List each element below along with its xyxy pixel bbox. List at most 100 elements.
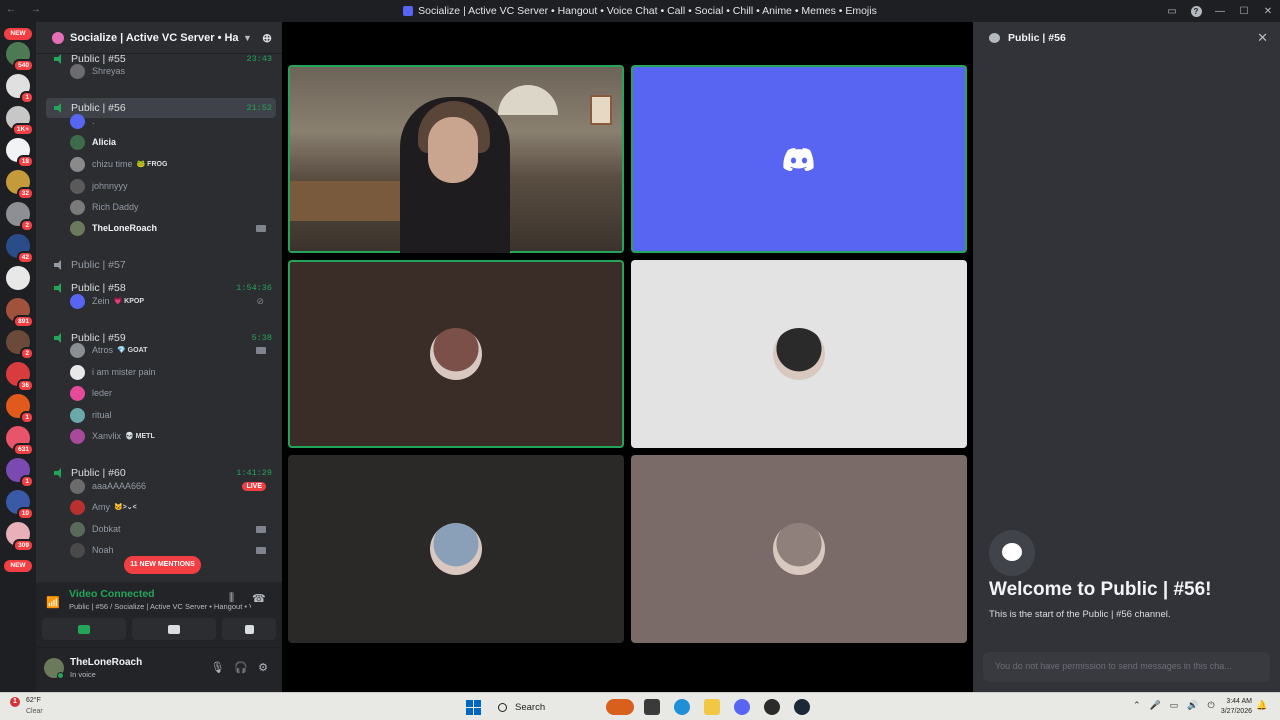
voice-user[interactable]: leder (70, 383, 270, 403)
file-explorer-icon[interactable] (704, 699, 720, 715)
steam-app-icon[interactable] (794, 699, 810, 715)
avatar (70, 542, 85, 558)
server-icon[interactable]: 309 (6, 522, 34, 552)
unread-badge: 36 (16, 379, 34, 392)
video-camera-icon (256, 546, 266, 554)
server-icon[interactable]: 1 (6, 74, 34, 104)
voice-user[interactable]: Alicia (70, 132, 270, 152)
clock-time: 3:44 AM (1226, 698, 1252, 705)
server-icon[interactable]: 631 (6, 426, 34, 456)
network-icon[interactable]: ▭ (1170, 700, 1179, 711)
user-name: johnnyyy (92, 181, 128, 191)
chevron-up-icon[interactable]: ⌃ (1133, 700, 1141, 711)
video-tile-user[interactable] (288, 455, 624, 643)
server-icon[interactable]: 891 (6, 298, 34, 328)
add-member-icon[interactable]: ⊕ (262, 31, 272, 45)
maximize-button[interactable]: ☐ (1232, 6, 1256, 17)
microphone-icon[interactable]: 🎙 (210, 661, 224, 674)
video-camera-icon (256, 525, 266, 533)
server-icon[interactable]: 18 (6, 138, 34, 168)
server-icon[interactable] (6, 266, 30, 290)
avatar (70, 293, 85, 309)
notification-icon[interactable]: 🔔 (1256, 700, 1267, 711)
new-unreads-pill-bottom[interactable]: NEW (4, 560, 32, 572)
chat-header: Public | #56 ✕ (973, 22, 1280, 54)
obs-app-icon[interactable] (764, 699, 780, 715)
voice-user[interactable]: johnnyyy (70, 176, 270, 196)
server-icon[interactable]: 10 (6, 490, 34, 520)
voice-channel[interactable]: Public | #57 (46, 255, 276, 275)
clock[interactable]: 3:44 AM 3/27/2026 (1212, 697, 1252, 717)
voice-user[interactable]: i am mister pain (70, 362, 270, 382)
disconnect-icon[interactable]: ☎ (252, 592, 266, 605)
video-tile-user[interactable] (288, 260, 624, 448)
user-name: Shreyas (92, 66, 126, 76)
server-icon[interactable]: 540 (6, 42, 34, 72)
voice-user[interactable]: Amy 🐱>⌄< (70, 497, 270, 517)
server-icon[interactable]: 1 (6, 458, 34, 488)
screenshare-button[interactable] (132, 618, 216, 640)
voice-user[interactable]: Rich Daddy (70, 197, 270, 217)
voice-channel-path[interactable]: Public | #56 / Socialize | Active VC Ser… (69, 602, 251, 611)
start-button[interactable] (466, 700, 481, 715)
user-name: Noah (92, 545, 114, 555)
voice-user[interactable]: Atros 💎 GOAT (70, 340, 270, 360)
server-icon[interactable]: 42 (6, 234, 34, 264)
new-mentions-pill[interactable]: 11 NEW MENTIONS (124, 556, 201, 574)
news-widget-icon[interactable] (606, 699, 634, 715)
minimize-button[interactable]: — (1208, 6, 1232, 17)
username[interactable]: TheLoneRoach (70, 657, 142, 668)
voice-status[interactable]: Video Connected (69, 588, 155, 600)
speaker-icon (54, 283, 64, 293)
video-tile-user[interactable] (631, 455, 967, 643)
signal-icon[interactable]: 📶 (46, 596, 60, 609)
discord-app-icon[interactable] (734, 699, 750, 715)
voice-user[interactable]: Shreyas (70, 61, 270, 81)
nav-arrows[interactable]: ← → (6, 4, 47, 15)
close-button[interactable]: ✕ (1256, 6, 1280, 17)
server-icon[interactable]: 36 (6, 362, 34, 392)
server-icon[interactable]: 1 (6, 394, 34, 424)
voice-user[interactable]: TheLoneRoach (70, 218, 270, 238)
server-icon[interactable]: 2 (6, 202, 34, 232)
video-tile-discord[interactable] (631, 65, 967, 253)
voice-user[interactable]: . (70, 111, 270, 131)
voice-user[interactable]: Xanvlix 💀 METL (70, 426, 270, 446)
user-status: In voice (70, 670, 96, 679)
server-icon[interactable]: 1K+ (6, 106, 34, 136)
server-icon[interactable]: 2 (6, 330, 34, 360)
welcome-title: Welcome to Public | #56! (989, 579, 1212, 600)
inbox-icon[interactable]: ▭ (1160, 6, 1184, 17)
new-unreads-pill-top[interactable]: NEW (4, 28, 32, 40)
weather-temp: 62°F (26, 697, 41, 704)
video-tile-user[interactable] (631, 260, 967, 448)
user-name: . (92, 116, 95, 126)
task-view-icon[interactable] (644, 699, 660, 715)
message-input[interactable]: You do not have permission to send messa… (983, 652, 1270, 682)
voice-user[interactable]: Zein 💗 KPOP ⊘ (70, 291, 270, 311)
voice-user[interactable]: ritual (70, 405, 270, 425)
headphones-icon[interactable]: 🎧 (234, 661, 248, 674)
help-icon[interactable]: ? (1184, 5, 1208, 17)
microphone-icon[interactable]: 🎤 (1150, 700, 1161, 711)
weather-condition: Clear (26, 708, 43, 715)
settings-gear-icon[interactable]: ⚙ (258, 661, 268, 674)
user-tag: 🐸 FROG (136, 161, 168, 168)
edge-browser-icon[interactable] (674, 699, 690, 715)
clock-date: 3/27/2026 (1220, 708, 1252, 715)
volume-icon[interactable]: 🔊 (1187, 700, 1198, 711)
noise-suppression-icon[interactable]: ⫼ (229, 592, 234, 605)
server-icon[interactable]: 32 (6, 170, 34, 200)
avatar (70, 134, 85, 150)
video-tile-camera[interactable] (288, 65, 624, 253)
voice-user[interactable]: chizu time 🐸 FROG (70, 154, 270, 174)
speaker-icon (54, 468, 64, 478)
camera-button[interactable] (42, 618, 126, 640)
activities-button[interactable] (222, 618, 276, 640)
close-icon[interactable]: ✕ (1257, 30, 1268, 46)
search-label: Search (515, 701, 546, 713)
voice-user[interactable]: Dobkat (70, 519, 270, 539)
unread-badge: 1 (20, 91, 34, 104)
voice-user[interactable]: aaaAAAA666 LIVE (70, 476, 270, 496)
taskbar-search[interactable]: Search (490, 697, 600, 717)
